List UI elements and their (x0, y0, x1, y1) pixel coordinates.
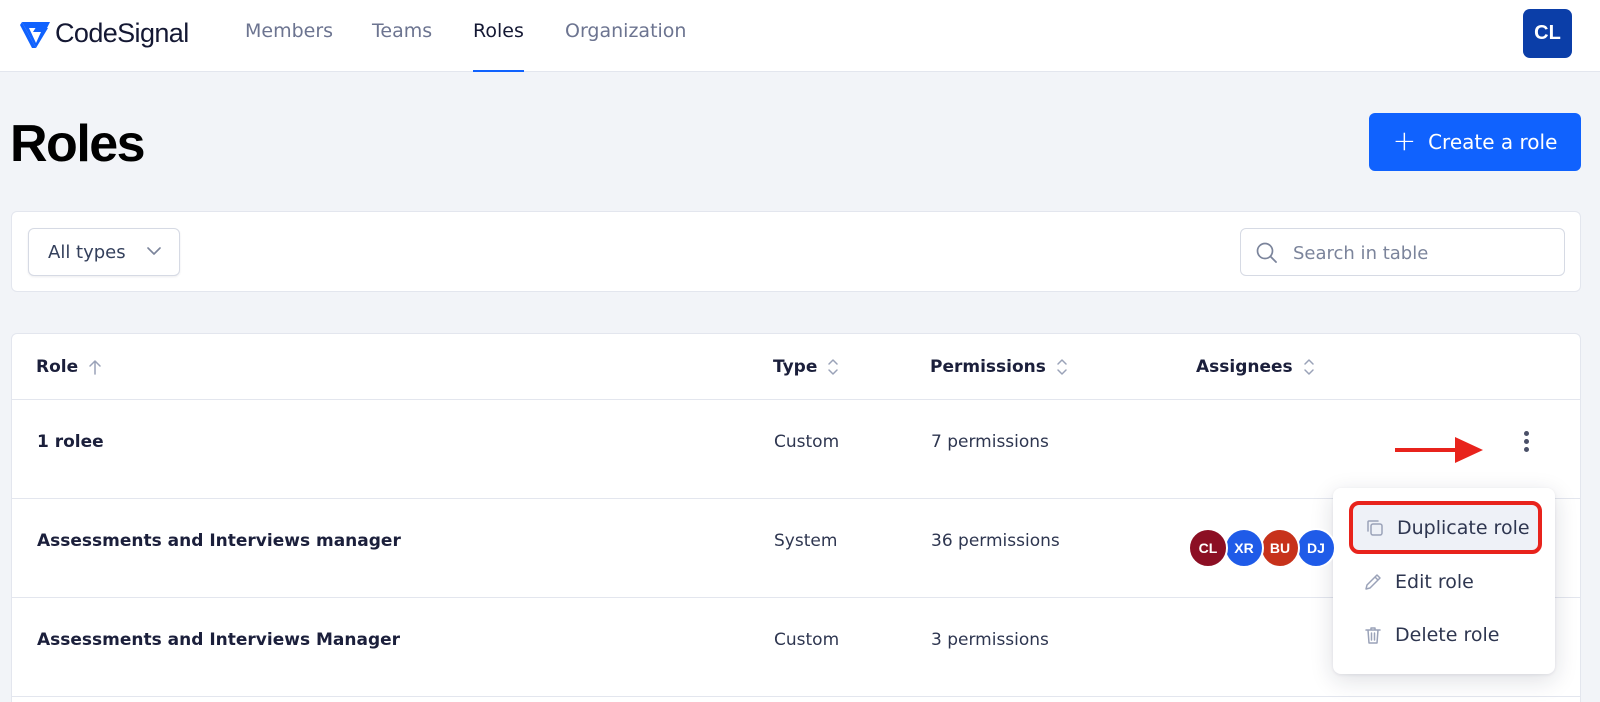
column-header-role-label: Role (36, 357, 79, 377)
table-row-type: Custom (774, 432, 840, 452)
type-filter-select[interactable]: All types (28, 228, 180, 276)
table-row-permissions: 7 permissions (931, 432, 1049, 452)
table-row-permissions: 3 permissions (931, 630, 1049, 650)
search-input[interactable] (1293, 239, 1553, 267)
table-row-type: System (774, 531, 838, 551)
page-title: Roles (10, 115, 146, 173)
table-row-role[interactable]: 1 rolee (37, 432, 104, 452)
nav-roles[interactable]: Roles (473, 20, 524, 72)
delete-role-label: Delete role (1395, 624, 1500, 646)
table-row-role[interactable]: Assessments and Interviews manager (37, 531, 401, 551)
avatar[interactable]: XR (1224, 528, 1264, 568)
column-header-type-label: Type (773, 357, 818, 377)
row-actions-kebab-icon[interactable] (1520, 429, 1532, 457)
divider (12, 399, 1580, 400)
type-filter-value: All types (48, 241, 126, 263)
avatar[interactable]: CL (1188, 528, 1228, 568)
table-row-role[interactable]: Assessments and Interviews Manager (37, 630, 400, 650)
sort-icon (1303, 359, 1314, 375)
nav-members[interactable]: Members (245, 20, 333, 72)
filter-bar: All types (11, 211, 1581, 292)
annotation-arrow-icon (1395, 437, 1483, 463)
sort-icon (1057, 359, 1067, 375)
column-header-permissions-label: Permissions (930, 357, 1046, 377)
create-role-label: Create a role (1428, 130, 1558, 154)
edit-role-item[interactable]: Edit role (1341, 558, 1547, 606)
column-header-type[interactable]: Type (773, 357, 839, 377)
avatar[interactable]: DJ (1296, 528, 1336, 568)
table-search[interactable] (1240, 228, 1565, 276)
delete-role-item[interactable]: Delete role (1341, 611, 1547, 659)
table-row-permissions: 36 permissions (931, 531, 1060, 551)
avatar[interactable]: BU (1260, 528, 1300, 568)
brand-logo[interactable]: CodeSignal (20, 16, 189, 50)
column-header-assignees[interactable]: Assignees (1196, 357, 1315, 377)
pencil-icon (1365, 574, 1381, 590)
sort-icon (828, 359, 839, 375)
create-role-button[interactable]: + Create a role (1369, 113, 1581, 171)
duplicate-role-label: Duplicate role (1397, 516, 1530, 539)
top-navigation: CodeSignal Members Teams Roles Organizat… (0, 0, 1600, 72)
chevron-down-icon (147, 247, 161, 255)
nav-organization[interactable]: Organization (565, 20, 686, 72)
trash-icon (1365, 627, 1381, 644)
search-icon (1256, 242, 1277, 263)
divider (12, 696, 1580, 697)
table-row-type: Custom (774, 630, 840, 650)
brand-name: CodeSignal (55, 17, 189, 48)
codesignal-logo-icon (20, 22, 50, 48)
nav-teams[interactable]: Teams (372, 20, 432, 72)
column-header-assignees-label: Assignees (1196, 357, 1293, 377)
sort-ascending-icon (89, 360, 101, 375)
column-header-permissions[interactable]: Permissions (930, 357, 1068, 377)
duplicate-role-item[interactable]: Duplicate role (1349, 501, 1542, 554)
plus-icon: + (1392, 123, 1417, 157)
user-avatar[interactable]: CL (1523, 9, 1572, 58)
column-header-role[interactable]: Role (36, 357, 102, 377)
edit-role-label: Edit role (1395, 571, 1474, 593)
copy-icon (1367, 519, 1383, 536)
row-actions-menu: Duplicate role Edit role Delete role (1333, 488, 1555, 674)
